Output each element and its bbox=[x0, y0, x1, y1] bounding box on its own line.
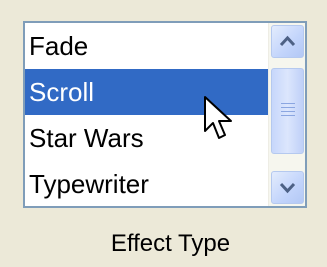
chevron-up-icon bbox=[279, 35, 296, 47]
effect-type-listbox[interactable]: Fade Scroll Star Wars Typewriter bbox=[23, 21, 307, 208]
scroll-thumb[interactable] bbox=[271, 68, 304, 154]
scroll-up-button[interactable] bbox=[271, 25, 304, 58]
scroll-down-button[interactable] bbox=[271, 171, 304, 204]
chevron-down-icon bbox=[279, 182, 296, 194]
vertical-scrollbar[interactable] bbox=[268, 23, 305, 206]
effect-type-label: Effect Type bbox=[110, 230, 231, 257]
list-item-fade[interactable]: Fade bbox=[25, 23, 270, 69]
mouse-pointer-icon bbox=[203, 95, 235, 150]
list-item-typewriter[interactable]: Typewriter bbox=[25, 161, 270, 206]
